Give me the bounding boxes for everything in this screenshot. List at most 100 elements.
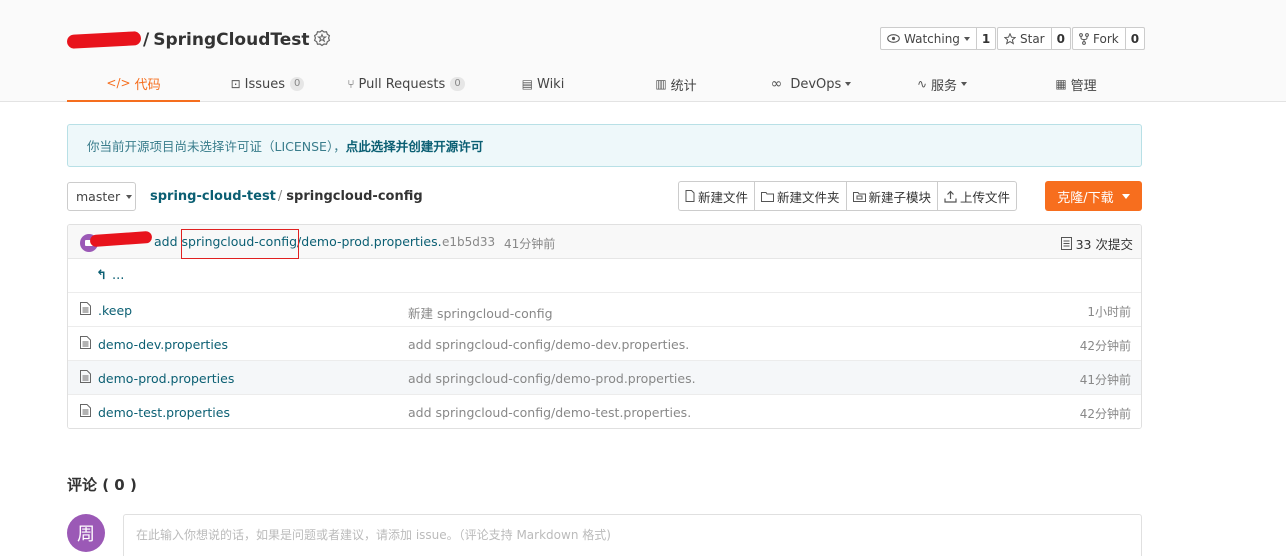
clone-download-label: 克隆/下载 [1057, 190, 1114, 206]
submodule-icon [852, 191, 866, 202]
file-commit-time: 1小时前 [1087, 305, 1131, 319]
upload-label: 上传文件 [960, 189, 1011, 205]
repo-slash: / [143, 30, 150, 50]
file-tree: add springcloud-config/demo-prod.propert… [67, 224, 1142, 429]
chevron-down-icon [963, 36, 970, 41]
tab-stats[interactable]: ▥ 统计 [653, 66, 699, 102]
service-icon: ∿ [916, 77, 928, 91]
fork-group: Fork 0 [1072, 27, 1146, 50]
file-icon [80, 370, 91, 383]
table-row: demo-test.properties add springcloud-con… [68, 395, 1141, 428]
current-user-avatar[interactable]: 周 [67, 514, 105, 552]
comments-title: 评论 ( 0 ) [67, 476, 137, 494]
tab-issues-count: 0 [290, 77, 305, 91]
fork-label: Fork [1093, 31, 1119, 46]
new-submodule-label: 新建子模块 [868, 189, 932, 205]
tab-devops[interactable]: ∞ DevOps [768, 66, 854, 102]
tab-issues-label: Issues [244, 76, 286, 92]
chevron-down-icon [1121, 193, 1130, 199]
file-name-link[interactable]: .keep [98, 303, 132, 318]
fork-icon [1079, 32, 1089, 45]
branch-selector[interactable]: master [67, 182, 136, 211]
wiki-icon: ▤ [521, 77, 533, 91]
stats-icon: ▥ [655, 77, 667, 91]
tab-wiki-label: Wiki [537, 76, 565, 92]
license-notice: 你当前开源项目尚未选择许可证（LICENSE）， 点此选择并创建开源许可 [67, 124, 1142, 167]
repo-header: / SpringCloudTest Watching 1 Star 0 Fork… [0, 0, 1286, 102]
new-file-label: 新建文件 [698, 189, 749, 205]
file-name-link[interactable]: demo-dev.properties [98, 337, 228, 352]
tab-pull-requests-count: 0 [450, 77, 465, 91]
devops-icon: ∞ [770, 76, 783, 92]
commit-path-rest: demo-prod.properties. [301, 234, 442, 249]
file-commit-message[interactable]: add springcloud-config/demo-dev.properti… [408, 337, 689, 352]
tab-issues[interactable]: ⊡ Issues 0 [230, 66, 305, 102]
file-name-link[interactable]: demo-prod.properties [98, 371, 234, 386]
breadcrumb-current: springcloud-config [286, 189, 423, 204]
repo-name-link[interactable]: SpringCloudTest [153, 30, 309, 50]
chevron-down-icon [126, 194, 133, 199]
star-icon [1004, 32, 1016, 45]
new-folder-button[interactable]: 新建文件夹 [754, 181, 846, 211]
fork-button[interactable]: Fork [1072, 27, 1126, 50]
tab-code-label: 代码 [134, 77, 161, 93]
commit-hash[interactable]: e1b5d33 [442, 235, 495, 249]
branch-name: master [76, 189, 121, 204]
watch-button[interactable]: Watching [880, 27, 977, 50]
tab-service-label: 服务 [931, 78, 958, 94]
commit-count-label: 33 次提交 [1075, 237, 1133, 252]
repo-tabs: </> 代码 ⊡ Issues 0 ⑂ Pull Requests 0 ▤ Wi… [67, 66, 1142, 102]
pull-request-icon: ⑂ [347, 77, 355, 91]
back-arrow-icon: ↰ [96, 268, 107, 283]
manage-icon: ▦ [1055, 77, 1067, 91]
parent-directory-row[interactable]: ↰ ... [68, 259, 1141, 293]
license-text: 你当前开源项目尚未选择许可证（LICENSE）， [87, 139, 346, 154]
repo-title: / SpringCloudTest [66, 27, 309, 53]
commit-time: 41分钟前 [504, 237, 556, 251]
tab-pull-requests[interactable]: ⑂ Pull Requests 0 [347, 66, 465, 102]
folder-icon [761, 191, 775, 202]
watch-group: Watching 1 [880, 27, 997, 50]
upload-button[interactable]: 上传文件 [937, 181, 1018, 211]
redacted-owner [66, 31, 142, 49]
breadcrumb-root-link[interactable]: spring-cloud-test [150, 189, 276, 204]
annotation-highlight-box [181, 229, 299, 259]
code-icon: </> [106, 76, 131, 90]
create-license-link[interactable]: 点此选择并创建开源许可 [346, 136, 484, 155]
watch-count[interactable]: 1 [976, 27, 997, 50]
star-count[interactable]: 0 [1051, 27, 1071, 50]
redacted-author [89, 230, 153, 248]
tab-wiki[interactable]: ▤ Wiki [520, 66, 566, 102]
file-commit-message[interactable]: add springcloud-config/demo-test.propert… [408, 405, 691, 420]
star-group: Star 0 [997, 27, 1071, 50]
file-name-link[interactable]: demo-test.properties [98, 405, 230, 420]
breadcrumb: spring-cloud-test / springcloud-config [150, 189, 423, 204]
new-file-button[interactable]: 新建文件 [678, 181, 755, 211]
parent-directory-label: ... [112, 268, 125, 283]
tab-manage[interactable]: ▦ 管理 [1053, 66, 1099, 102]
star-label: Star [1020, 31, 1045, 46]
commit-verb: add [154, 234, 178, 249]
watch-label: Watching [904, 31, 960, 46]
star-button[interactable]: Star [997, 27, 1052, 50]
comment-input[interactable]: 在此输入你想说的话，如果是问题或者建议，请添加 issue。（评论支持 Mark… [123, 514, 1142, 556]
new-folder-label: 新建文件夹 [777, 189, 840, 205]
tab-pull-requests-label: Pull Requests [358, 76, 446, 92]
clone-download-button[interactable]: 克隆/下载 [1045, 181, 1142, 211]
issues-icon: ⊡ [230, 77, 241, 91]
tab-code[interactable]: </> 代码 [67, 66, 200, 102]
file-icon [80, 336, 91, 349]
table-row: demo-prod.properties add springcloud-con… [68, 361, 1141, 395]
eye-icon [887, 34, 900, 43]
commit-count-link[interactable]: 33 次提交 [1060, 234, 1133, 253]
tab-service[interactable]: ∿ 服务 [913, 66, 971, 102]
file-commit-message[interactable]: 新建 springcloud-config [408, 303, 553, 322]
table-row: demo-dev.properties add springcloud-conf… [68, 327, 1141, 361]
commits-icon [1060, 237, 1072, 250]
fork-count[interactable]: 0 [1125, 27, 1146, 50]
tab-stats-label: 统计 [670, 78, 697, 94]
recommend-badge-icon [313, 29, 331, 47]
table-row: .keep 新建 springcloud-config 1小时前 [68, 293, 1141, 327]
file-commit-message[interactable]: add springcloud-config/demo-prod.propert… [408, 371, 696, 386]
new-submodule-button[interactable]: 新建子模块 [845, 181, 938, 211]
